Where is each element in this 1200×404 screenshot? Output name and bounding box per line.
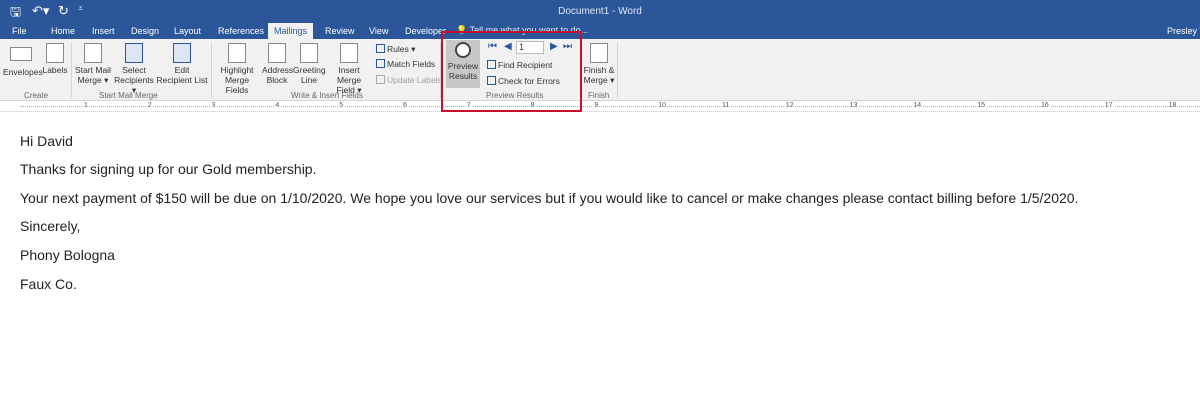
tab-view[interactable]: View bbox=[369, 26, 388, 36]
greeting-line-button[interactable]: Greeting Line bbox=[293, 43, 326, 85]
ribbon-tabs: File Home Insert Design Layout Reference… bbox=[0, 22, 1200, 39]
ruler-number: 6 bbox=[402, 102, 408, 109]
recipients-icon bbox=[125, 43, 143, 63]
rules-button[interactable]: Rules ▾ bbox=[376, 44, 415, 55]
ruler-number: 16 bbox=[1040, 102, 1050, 109]
ruler-number: 14 bbox=[912, 102, 923, 109]
tab-file[interactable]: File bbox=[12, 26, 27, 36]
tab-home[interactable]: Home bbox=[51, 26, 75, 36]
ruler-number: 15 bbox=[976, 102, 986, 109]
match-fields-button[interactable]: Match Fields bbox=[376, 59, 435, 69]
address-block-button[interactable]: Address Block bbox=[262, 43, 293, 85]
ruler-number: 2 bbox=[146, 102, 153, 109]
user-name[interactable]: Presley Tr bbox=[1167, 26, 1200, 36]
ruler-number: 3 bbox=[210, 102, 217, 109]
edit-recipient-list-button[interactable]: Edit Recipient List bbox=[156, 43, 208, 85]
highlight-merge-fields-button[interactable]: Highlight Merge Fields bbox=[213, 43, 261, 95]
envelopes-button[interactable]: Envelopes bbox=[3, 43, 43, 77]
greeting-icon bbox=[300, 43, 318, 63]
ruler-number: 5 bbox=[338, 102, 345, 109]
doc-line-signature: Phony Bologna bbox=[20, 247, 115, 263]
tab-insert[interactable]: Insert bbox=[92, 26, 115, 36]
ruler-number: 4 bbox=[274, 102, 281, 109]
doc-line-closing: Sincerely, bbox=[20, 218, 81, 234]
doc-line-thanks: Thanks for signing up for our Gold membe… bbox=[20, 161, 317, 177]
update-labels-icon bbox=[376, 75, 385, 84]
group-write-label: Write & Insert Fields bbox=[291, 91, 363, 100]
ruler-number: 1 bbox=[83, 102, 89, 109]
tab-design[interactable]: Design bbox=[131, 26, 159, 36]
ruler-number: 17 bbox=[1103, 102, 1114, 109]
group-finish-label: Finish bbox=[588, 91, 610, 100]
tab-references[interactable]: References bbox=[218, 26, 264, 36]
ruler-number: 9 bbox=[593, 102, 600, 109]
doc-line-payment: Your next payment of $150 will be due on… bbox=[20, 190, 1079, 206]
tab-developer[interactable]: Developer bbox=[405, 26, 446, 36]
labels-icon bbox=[46, 43, 64, 63]
match-fields-icon bbox=[376, 59, 385, 68]
envelope-icon bbox=[10, 47, 32, 61]
insert-merge-field-button[interactable]: Insert Merge Field ▾ bbox=[326, 43, 372, 95]
address-icon bbox=[268, 43, 286, 63]
rules-icon bbox=[376, 44, 385, 53]
doc-line-greeting: Hi David bbox=[20, 133, 73, 149]
ruler-number: 13 bbox=[848, 102, 859, 109]
ribbon: Envelopes Labels Create Start Mail Merge … bbox=[0, 39, 1200, 101]
horizontal-ruler[interactable]: 1 2 3 4 5 6 7 8 9 10 11 12 13 14 15 16 17 18 bbox=[0, 102, 1200, 112]
ruler-number: 10 bbox=[657, 102, 667, 109]
group-create-label: Create bbox=[24, 91, 49, 100]
document-title: Document1 - Word bbox=[558, 6, 642, 17]
document-icon bbox=[84, 43, 102, 63]
select-recipients-button[interactable]: Select Recipients ▾ bbox=[112, 43, 156, 95]
insert-field-icon bbox=[340, 43, 358, 63]
highlight-icon bbox=[228, 43, 246, 63]
ruler-number: 18 bbox=[1167, 102, 1178, 109]
ruler-number: 12 bbox=[784, 102, 795, 109]
finish-merge-button[interactable]: Finish & Merge ▾ bbox=[583, 43, 615, 85]
ruler-number: 11 bbox=[721, 102, 731, 109]
tab-layout[interactable]: Layout bbox=[174, 26, 201, 36]
start-mail-merge-button[interactable]: Start Mail Merge ▾ bbox=[74, 43, 112, 85]
title-bar: 🖫 ↶▾ ↻ ⩡ Document1 - Word bbox=[0, 0, 1200, 22]
finish-merge-icon bbox=[590, 43, 608, 63]
preview-results-highlight-box bbox=[441, 31, 582, 112]
edit-list-icon bbox=[173, 43, 191, 63]
group-start-label: Start Mail Merge bbox=[99, 91, 158, 100]
update-labels-button[interactable]: Update Labels bbox=[376, 75, 442, 85]
tab-review[interactable]: Review bbox=[325, 26, 355, 36]
labels-button[interactable]: Labels bbox=[42, 43, 68, 75]
tab-mailings[interactable]: Mailings bbox=[268, 23, 314, 39]
doc-line-company: Faux Co. bbox=[20, 276, 77, 292]
